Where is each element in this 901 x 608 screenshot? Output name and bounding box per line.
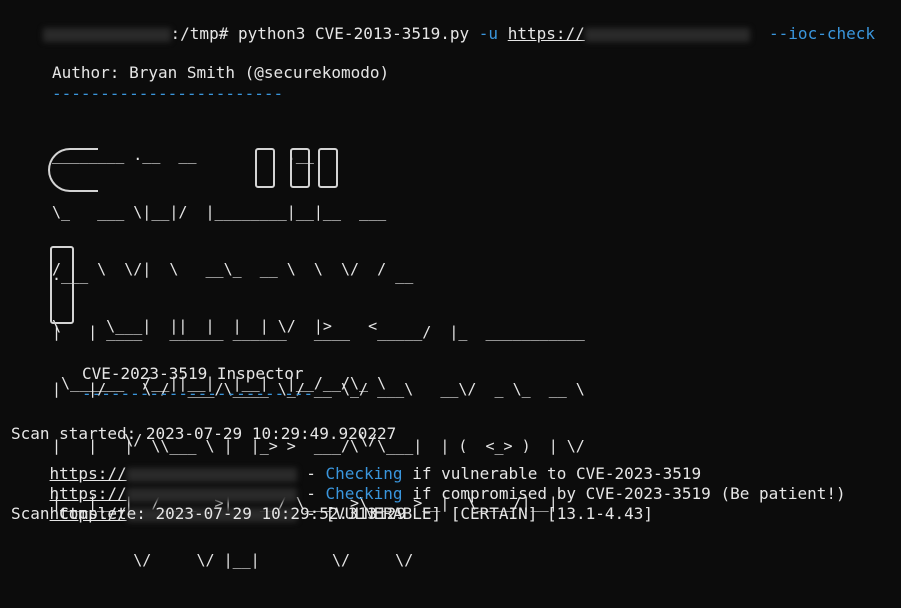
target-url[interactable]: https:// [508, 24, 750, 43]
scan-output-line: https:// - [VULNERABLE] [CERTAIN] [13.1-… [11, 484, 653, 523]
target-url-prefix: https:// [507, 24, 585, 43]
scan-complete-line: Scan Complete: 2023-07-29 10:29:52.31312… [11, 504, 406, 523]
ascii-row: | | ____ ______ ______ ____ _____/ |_ __… [52, 323, 585, 341]
ascii-row: \/ \/ |__| \/ \/ [52, 551, 414, 569]
flag-ioc-check: --ioc-check [769, 24, 875, 43]
ascii-outline-shape [50, 246, 74, 324]
redacted-url [584, 27, 750, 42]
author-underline: ------------------------ [52, 84, 284, 103]
redacted-hostname [42, 27, 171, 42]
command-text: python3 CVE-2013-3519.py [237, 24, 479, 43]
author-line: Author: Bryan Smith (@securekomodo) [52, 63, 390, 82]
scan-output-line: https:// - Checking if compromised by CV… [11, 464, 846, 503]
scan-started-line: Scan started: 2023-07-29 10:29:49.920227 [11, 424, 397, 443]
ascii-outline-shape [255, 148, 275, 188]
ascii-row: \_ ___ \|__|/ |________|__|__ ___ [52, 203, 387, 221]
prompt-path: :/tmp# [170, 24, 238, 43]
command-line: :/tmp# python3 CVE-2013-3519.py -u https… [4, 4, 875, 43]
ascii-logo-inspector: .___ __ | | ____ ______ ______ ____ ____… [52, 228, 585, 608]
flag-url: -u [478, 24, 499, 43]
subtitle-underline: ------------------------ [82, 384, 314, 403]
ascii-outline-shape [290, 148, 310, 188]
terminal-window[interactable]: :/tmp# python3 CVE-2013-3519.py -u https… [0, 0, 901, 569]
ascii-outline-shape [48, 148, 98, 192]
scan-output-line: https:// - Checking if vulnerable to CVE… [11, 444, 702, 483]
ascii-row: .___ __ [52, 266, 414, 284]
ascii-outline-shape [318, 148, 338, 188]
inspector-subtitle: CVE-2023-3519 Inspector [82, 364, 304, 383]
